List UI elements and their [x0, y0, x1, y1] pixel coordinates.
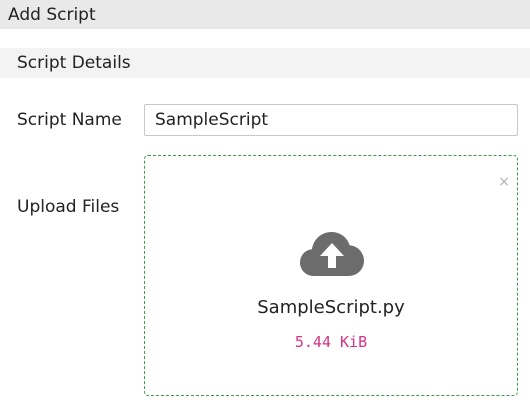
script-name-input[interactable] [144, 104, 518, 136]
upload-dropzone[interactable]: × SampleScript.py 5.44 KiB [144, 155, 518, 396]
section-header: Script Details [0, 48, 530, 78]
dialog-header: Add Script [0, 0, 530, 29]
section-title: Script Details [17, 53, 131, 73]
cloud-upload-icon [300, 232, 364, 276]
uploaded-file-size: 5.44 KiB [294, 333, 368, 351]
uploaded-file-name: SampleScript.py [257, 297, 405, 318]
remove-file-icon[interactable]: × [498, 175, 510, 189]
dialog-title: Add Script [8, 5, 96, 25]
upload-files-label: Upload Files [17, 197, 120, 217]
script-name-label: Script Name [17, 110, 122, 130]
